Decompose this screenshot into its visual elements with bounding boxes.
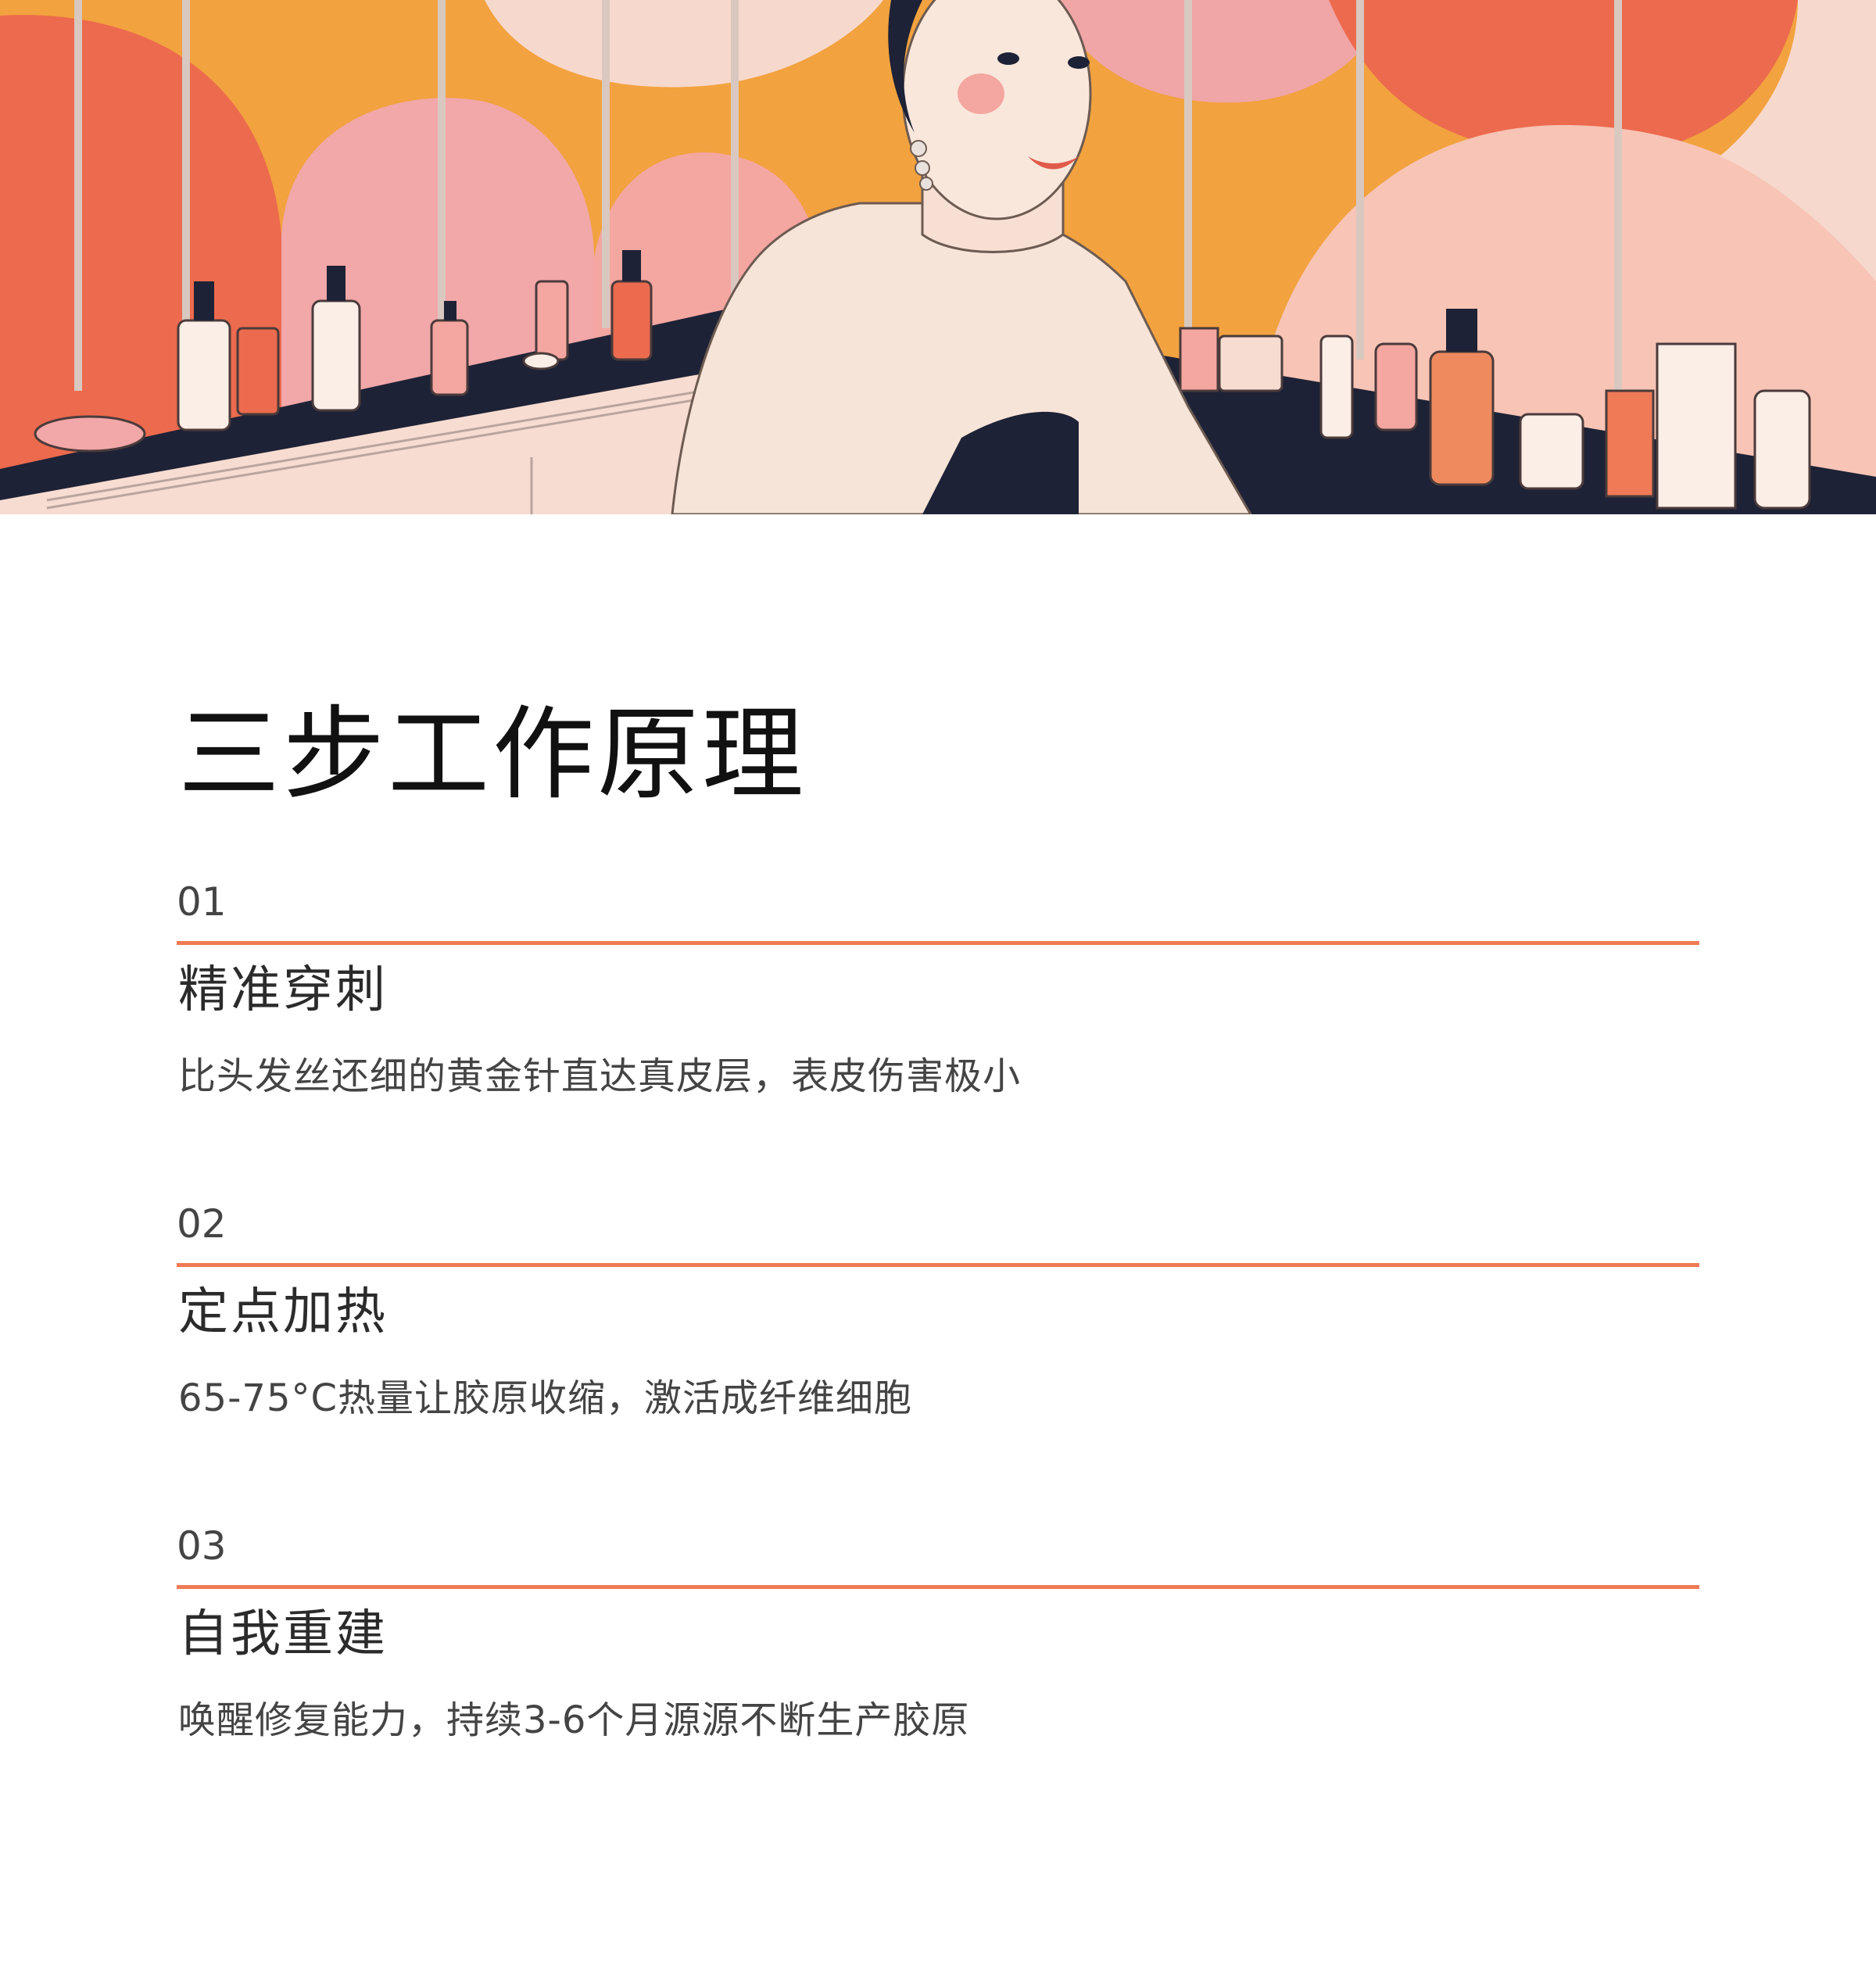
step-divider bbox=[177, 1585, 1699, 1589]
content-area: 三步工作原理 01 精准穿刺 比头发丝还细的黄金针直达真皮层，表皮伤害极小 02… bbox=[0, 514, 1876, 1979]
step-divider bbox=[177, 1263, 1699, 1267]
step-title: 精准穿刺 bbox=[178, 961, 388, 1019]
step-description: 唤醒修复能力，持续3-6个月源源不断生产胶原 bbox=[178, 1698, 970, 1742]
step-number: 02 bbox=[177, 1201, 227, 1247]
step-title: 自我重建 bbox=[178, 1605, 388, 1663]
step-number: 01 bbox=[177, 879, 227, 925]
step-item: 02 定点加热 65-75°C热量让胶原收缩，激活成纤维细胞 bbox=[177, 1201, 1699, 1466]
step-title: 定点加热 bbox=[178, 1283, 388, 1341]
hero-illustration bbox=[0, 0, 1876, 514]
step-divider bbox=[177, 941, 1699, 945]
step-number: 03 bbox=[177, 1523, 227, 1569]
page-title: 三步工作原理 bbox=[178, 695, 807, 814]
step-description: 65-75°C热量让胶原收缩，激活成纤维细胞 bbox=[178, 1376, 912, 1420]
step-item: 01 精准穿刺 比头发丝还细的黄金针直达真皮层，表皮伤害极小 bbox=[177, 879, 1699, 1144]
step-item: 03 自我重建 唤醒修复能力，持续3-6个月源源不断生产胶原 bbox=[177, 1523, 1699, 1788]
hero-illustration-art bbox=[0, 0, 1876, 514]
step-description: 比头发丝还细的黄金针直达真皮层，表皮伤害极小 bbox=[178, 1054, 1022, 1098]
